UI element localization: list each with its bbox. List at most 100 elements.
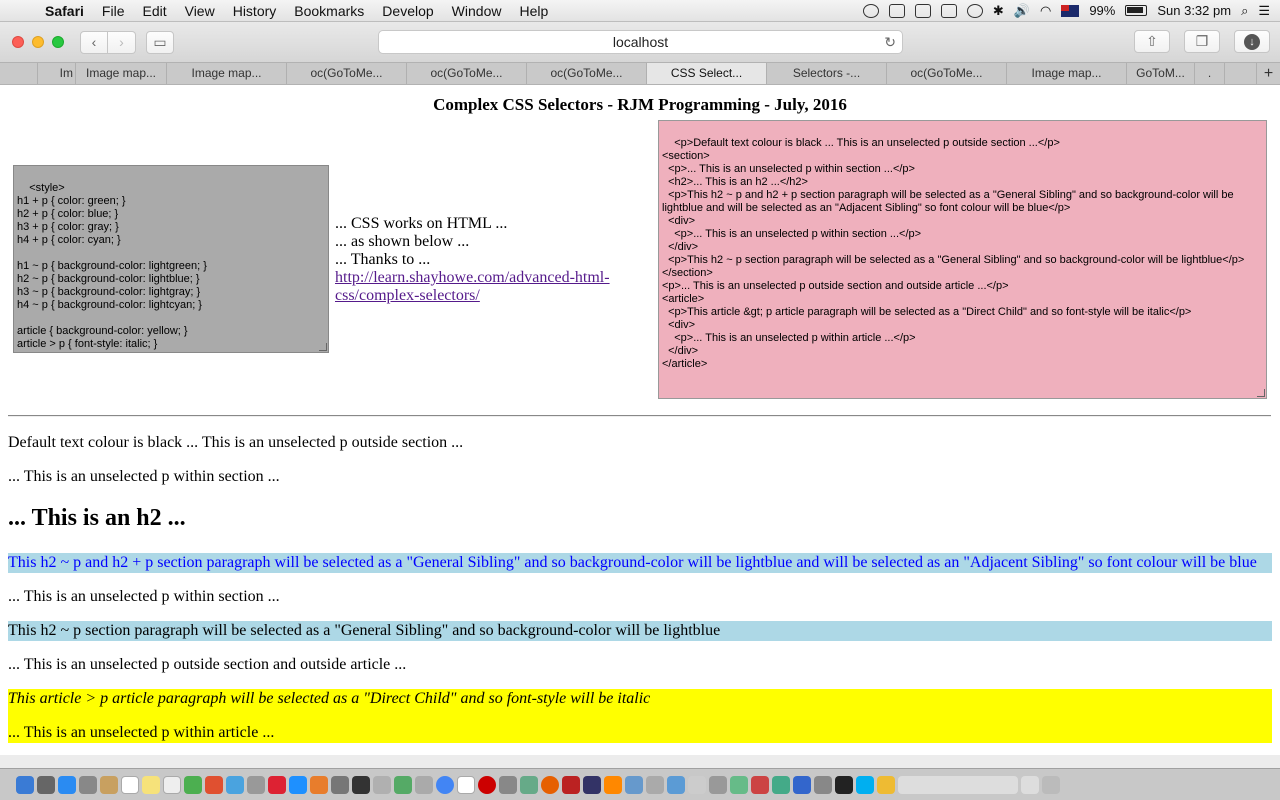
notification-center-icon[interactable]: ☰ [1258, 3, 1270, 19]
battery-icon[interactable] [1125, 5, 1148, 16]
launchpad-icon[interactable] [37, 775, 55, 794]
style-textarea[interactable]: <style> h1 + p { color: green; } h2 + p … [13, 165, 329, 353]
tab-pinned[interactable] [0, 63, 38, 84]
menu-window[interactable]: Window [443, 3, 511, 19]
menu-history[interactable]: History [224, 3, 286, 19]
app-icon-36[interactable] [772, 775, 790, 794]
tab-1[interactable]: Im [38, 63, 76, 84]
tab-5[interactable]: oc(GoToMe... [407, 63, 527, 84]
app-icon-38[interactable] [814, 775, 832, 794]
time-machine-icon[interactable] [966, 3, 983, 18]
menu-bookmarks[interactable]: Bookmarks [285, 3, 373, 19]
close-window-button[interactable] [12, 36, 24, 48]
app-icon-24[interactable] [520, 775, 538, 794]
ibooks-icon[interactable] [310, 775, 328, 794]
app-icon-34[interactable] [730, 775, 748, 794]
address-bar[interactable]: localhost ↻ [378, 30, 903, 54]
html-textarea[interactable]: <p>Default text colour is black ... This… [658, 120, 1267, 399]
chrome-icon[interactable] [436, 775, 454, 794]
nav-buttons: ‹ › [80, 30, 136, 54]
menu-develop[interactable]: Develop [373, 3, 442, 19]
tab-6[interactable]: oc(GoToMe... [527, 63, 647, 84]
safari-icon[interactable] [58, 775, 76, 794]
photos-icon[interactable] [205, 775, 223, 794]
filezilla-icon[interactable] [562, 775, 580, 794]
show-all-tabs-button[interactable]: ❐ [1184, 30, 1220, 53]
app-icon-32[interactable] [688, 775, 706, 794]
trash-icon[interactable] [1042, 775, 1060, 794]
tab-8[interactable]: Selectors -... [767, 63, 887, 84]
app-icon-31[interactable] [667, 775, 685, 794]
maps-icon[interactable] [247, 775, 265, 794]
airplay-icon[interactable] [940, 3, 957, 18]
textedit-icon[interactable] [457, 775, 475, 794]
tray-app-icon-3[interactable] [914, 3, 931, 18]
app-icon-35[interactable] [751, 775, 769, 794]
menu-edit[interactable]: Edit [133, 3, 175, 19]
menu-help[interactable]: Help [510, 3, 557, 19]
input-source-flag-icon[interactable] [1061, 4, 1080, 17]
app-icon-29[interactable] [625, 775, 643, 794]
menu-app[interactable]: Safari [36, 3, 93, 19]
app-store-icon[interactable] [289, 775, 307, 794]
messages-icon[interactable] [184, 775, 202, 794]
itunes-icon[interactable] [268, 775, 286, 794]
tab-4[interactable]: oc(GoToMe... [287, 63, 407, 84]
downloads-button[interactable]: ↓ [1234, 30, 1270, 53]
opera-icon[interactable] [478, 775, 496, 794]
skype-icon[interactable] [856, 775, 874, 794]
spotlight-icon[interactable]: ⌕ [1241, 3, 1248, 19]
calendar-icon[interactable] [121, 775, 139, 794]
tab-active[interactable]: CSS Select... [647, 63, 767, 84]
bluetooth-icon[interactable]: ✱ [993, 3, 1004, 19]
contacts-icon[interactable] [100, 775, 118, 794]
sidebar-button[interactable]: ▭ [146, 30, 174, 54]
minimized-windows[interactable] [898, 775, 1018, 794]
notes-icon[interactable] [142, 775, 160, 794]
wifi-icon[interactable]: ◠ [1040, 3, 1051, 19]
tab-11[interactable]: GoToM... [1127, 63, 1195, 84]
tray-app-icon[interactable] [862, 3, 879, 18]
tab-9[interactable]: oc(GoToMe... [887, 63, 1007, 84]
resize-grip-icon[interactable] [319, 343, 327, 351]
minimize-window-button[interactable] [32, 36, 44, 48]
system-preferences-icon[interactable] [331, 775, 349, 794]
tab-2[interactable]: Image map... [76, 63, 167, 84]
vlc-icon[interactable] [604, 775, 622, 794]
facetime-icon[interactable] [226, 775, 244, 794]
finder-icon[interactable] [16, 775, 34, 794]
reload-icon[interactable]: ↻ [884, 31, 896, 53]
firefox-icon[interactable] [541, 775, 559, 794]
tab-12[interactable]: . [1195, 63, 1225, 84]
app-icon-37[interactable] [793, 775, 811, 794]
app-icon-18[interactable] [394, 775, 412, 794]
tray-app-icon-2[interactable] [888, 3, 905, 18]
clock[interactable]: Sun 3:32 pm [1157, 3, 1231, 18]
back-button[interactable]: ‹ [80, 30, 108, 54]
volume-icon[interactable]: 🔊 [1014, 3, 1030, 19]
share-button[interactable]: ⇧ [1134, 30, 1170, 53]
app-icon-41[interactable] [877, 775, 895, 794]
app-icon-30[interactable] [646, 775, 664, 794]
tab-3[interactable]: Image map... [167, 63, 287, 84]
app-icon-17[interactable] [373, 775, 391, 794]
output-p-direct-child: This article > p article paragraph will … [8, 690, 651, 707]
app-icon-33[interactable] [709, 775, 727, 794]
terminal-icon[interactable] [835, 775, 853, 794]
tab-10[interactable]: Image map... [1007, 63, 1127, 84]
menu-view[interactable]: View [176, 3, 224, 19]
downloads-stack-icon[interactable] [1021, 775, 1039, 794]
mail-icon[interactable] [79, 775, 97, 794]
preview-icon[interactable] [499, 775, 517, 794]
forward-button[interactable]: › [108, 30, 136, 54]
thanks-link[interactable]: http://learn.shayhowe.com/advanced-html-… [335, 269, 610, 304]
reminders-icon[interactable] [163, 775, 181, 794]
app-icon-19[interactable] [415, 775, 433, 794]
app-icon-16[interactable] [352, 775, 370, 794]
new-tab-button[interactable]: + [1256, 63, 1280, 84]
zoom-window-button[interactable] [52, 36, 64, 48]
menu-file[interactable]: File [93, 3, 134, 19]
app-icon-27[interactable] [583, 775, 601, 794]
tabs-icon: ❐ [1195, 33, 1209, 49]
resize-grip-icon[interactable] [1257, 389, 1265, 397]
